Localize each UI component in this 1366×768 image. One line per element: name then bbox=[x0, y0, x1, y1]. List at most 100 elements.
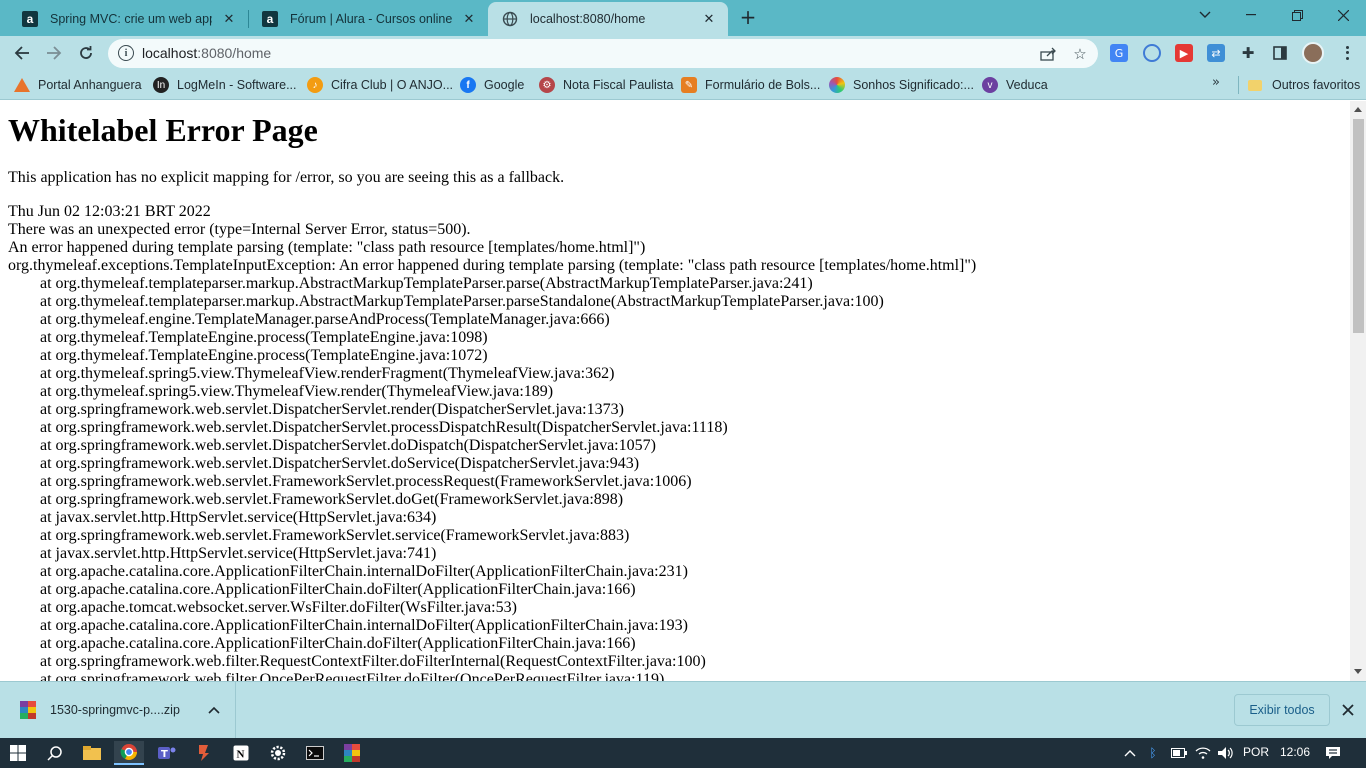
search-icon[interactable] bbox=[40, 741, 70, 765]
reload-icon[interactable] bbox=[73, 40, 99, 66]
extensions-puzzle-icon[interactable]: ✚ bbox=[1239, 44, 1257, 62]
stack-frame: at org.thymeleaf.spring5.view.ThymeleafV… bbox=[40, 365, 615, 382]
chrome-taskbar-icon[interactable] bbox=[114, 741, 144, 765]
close-window-icon[interactable] bbox=[1320, 0, 1366, 30]
stack-trace: at org.thymeleaf.templateparser.markup.A… bbox=[8, 275, 976, 681]
tab-search-icon[interactable] bbox=[1182, 0, 1228, 30]
back-icon[interactable] bbox=[9, 40, 35, 66]
windows-start-icon[interactable] bbox=[3, 741, 33, 765]
facebook-icon: f bbox=[460, 77, 476, 93]
restore-icon[interactable] bbox=[1274, 0, 1320, 30]
extension-blue-icon[interactable]: ⇄ bbox=[1207, 44, 1225, 62]
address-url: localhost:8080/home bbox=[142, 45, 272, 61]
notifications-icon[interactable] bbox=[1324, 744, 1342, 762]
tab-forum-alura[interactable]: a Fórum | Alura - Cursos online de ✕ bbox=[248, 2, 488, 36]
other-bookmarks-folder[interactable]: Outros favoritos bbox=[1248, 76, 1360, 94]
error-summary: There was an unexpected error (type=Inte… bbox=[8, 221, 471, 238]
stack-frame: at org.springframework.web.servlet.Frame… bbox=[40, 473, 692, 490]
alura-icon: a bbox=[22, 11, 38, 27]
cifraclub-icon: ♪ bbox=[307, 77, 323, 93]
stack-frame: at org.springframework.web.servlet.Dispa… bbox=[40, 455, 640, 472]
stack-frame: at org.thymeleaf.spring5.view.ThymeleafV… bbox=[40, 383, 554, 400]
stack-frame: at org.springframework.web.filter.Reques… bbox=[40, 653, 706, 670]
scroll-down-icon[interactable] bbox=[1354, 669, 1362, 674]
forward-icon[interactable] bbox=[41, 40, 67, 66]
bookmarks-separator bbox=[1238, 76, 1239, 94]
input-language[interactable]: POR bbox=[1243, 745, 1269, 759]
bluetooth-icon[interactable]: ᛒ bbox=[1144, 744, 1162, 762]
app-icon[interactable] bbox=[189, 741, 219, 765]
chevron-up-icon[interactable] bbox=[199, 703, 229, 717]
teams-icon[interactable]: T bbox=[152, 741, 182, 765]
stack-frame: at org.apache.tomcat.websocket.server.Ws… bbox=[40, 599, 517, 616]
site-info-icon[interactable]: i bbox=[118, 45, 134, 61]
notion-icon[interactable]: N bbox=[226, 741, 256, 765]
stack-frame: at org.springframework.web.servlet.Dispa… bbox=[40, 437, 656, 454]
logmein-icon: In bbox=[153, 77, 169, 93]
bookmark-portal-anhanguera[interactable]: Portal Anhanguera bbox=[14, 76, 142, 94]
close-tab-icon[interactable]: ✕ bbox=[700, 10, 718, 28]
address-bar[interactable]: i localhost:8080/home ☆ bbox=[108, 39, 1098, 68]
extension-circle-icon[interactable] bbox=[1143, 44, 1161, 62]
stack-frame: at org.apache.catalina.core.ApplicationF… bbox=[40, 563, 688, 580]
close-shelf-icon[interactable] bbox=[1338, 700, 1358, 720]
stack-frame: at javax.servlet.http.HttpServlet.servic… bbox=[40, 509, 437, 526]
tab-localhost[interactable]: localhost:8080/home ✕ bbox=[488, 2, 728, 36]
google-translate-icon[interactable]: G bbox=[1110, 44, 1128, 62]
new-tab-button[interactable]: + bbox=[737, 5, 759, 29]
tray-overflow-chevron-icon[interactable] bbox=[1121, 744, 1139, 762]
veduca-icon: v bbox=[982, 77, 998, 93]
page-content: Whitelabel Error Page This application h… bbox=[0, 101, 1350, 681]
profile-avatar[interactable] bbox=[1302, 42, 1324, 64]
battery-icon[interactable] bbox=[1170, 744, 1188, 762]
stack-frame: at org.apache.catalina.core.ApplicationF… bbox=[40, 581, 636, 598]
exception-line: org.thymeleaf.exceptions.TemplateInputEx… bbox=[8, 257, 977, 274]
stack-frame: at org.springframework.web.servlet.Frame… bbox=[40, 527, 630, 544]
scrollbar-thumb[interactable] bbox=[1353, 119, 1364, 333]
bookmark-google[interactable]: f Google bbox=[460, 76, 524, 94]
tab-spring-mvc[interactable]: a Spring MVC: crie um web app co ✕ bbox=[8, 2, 248, 36]
stack-frame: at org.thymeleaf.TemplateEngine.process(… bbox=[40, 329, 488, 346]
close-tab-icon[interactable]: ✕ bbox=[220, 10, 238, 28]
bookmark-nota-fiscal[interactable]: ⚙ Nota Fiscal Paulista bbox=[539, 76, 673, 94]
download-item[interactable]: 1530-springmvc-p....zip bbox=[0, 682, 236, 738]
svg-text:N: N bbox=[237, 749, 245, 761]
show-all-downloads-button[interactable]: Exibir todos bbox=[1234, 694, 1330, 726]
close-tab-icon[interactable]: ✕ bbox=[460, 10, 478, 28]
error-message: An error happened during template parsin… bbox=[8, 239, 646, 256]
tab-title: localhost:8080/home bbox=[530, 12, 646, 26]
wifi-icon[interactable] bbox=[1194, 744, 1212, 762]
bookmark-cifra-club[interactable]: ♪ Cifra Club | O ANJO... bbox=[307, 76, 453, 94]
stack-frame: at org.springframework.web.servlet.Frame… bbox=[40, 491, 624, 508]
system-clock[interactable]: 12:06 bbox=[1280, 745, 1310, 759]
minimize-icon[interactable] bbox=[1228, 0, 1274, 30]
stack-frame: at javax.servlet.http.HttpServlet.servic… bbox=[40, 545, 437, 562]
tab-title: Spring MVC: crie um web app co bbox=[50, 12, 212, 26]
folder-icon bbox=[1248, 79, 1262, 91]
form-icon: ✎ bbox=[681, 77, 697, 93]
error-details: There was an unexpected error (type=Inte… bbox=[8, 221, 977, 681]
share-icon[interactable] bbox=[1038, 44, 1058, 64]
alura-icon: a bbox=[262, 11, 278, 27]
stack-frame: at org.thymeleaf.templateparser.markup.A… bbox=[40, 293, 884, 310]
side-panel-icon[interactable] bbox=[1271, 44, 1289, 62]
volume-icon[interactable] bbox=[1217, 744, 1235, 762]
page-scrollbar[interactable] bbox=[1350, 101, 1366, 681]
fallback-message: This application has no explicit mapping… bbox=[8, 169, 565, 186]
download-shelf: 1530-springmvc-p....zip Exibir todos bbox=[0, 681, 1366, 738]
chrome-menu-icon[interactable] bbox=[1337, 42, 1357, 64]
bookmark-veduca[interactable]: v Veduca bbox=[982, 76, 1048, 94]
file-explorer-icon[interactable] bbox=[77, 741, 107, 765]
scroll-up-icon[interactable] bbox=[1354, 107, 1362, 112]
bookmark-sonhos[interactable]: Sonhos Significado:... bbox=[829, 76, 974, 94]
bookmark-formulario[interactable]: ✎ Formulário de Bols... bbox=[681, 76, 820, 94]
winrar-icon[interactable] bbox=[337, 741, 367, 765]
settings-gear-icon[interactable] bbox=[263, 741, 293, 765]
bookmark-logmein[interactable]: In LogMeIn - Software... bbox=[153, 76, 297, 94]
bookmarks-overflow-chevron-icon[interactable]: » bbox=[1212, 75, 1220, 90]
terminal-icon[interactable] bbox=[300, 741, 330, 765]
globe-icon bbox=[502, 11, 518, 27]
youtube-extension-icon[interactable]: ▶ bbox=[1175, 44, 1193, 62]
bookmark-star-icon[interactable]: ☆ bbox=[1070, 44, 1090, 64]
svg-text:T: T bbox=[161, 749, 168, 760]
